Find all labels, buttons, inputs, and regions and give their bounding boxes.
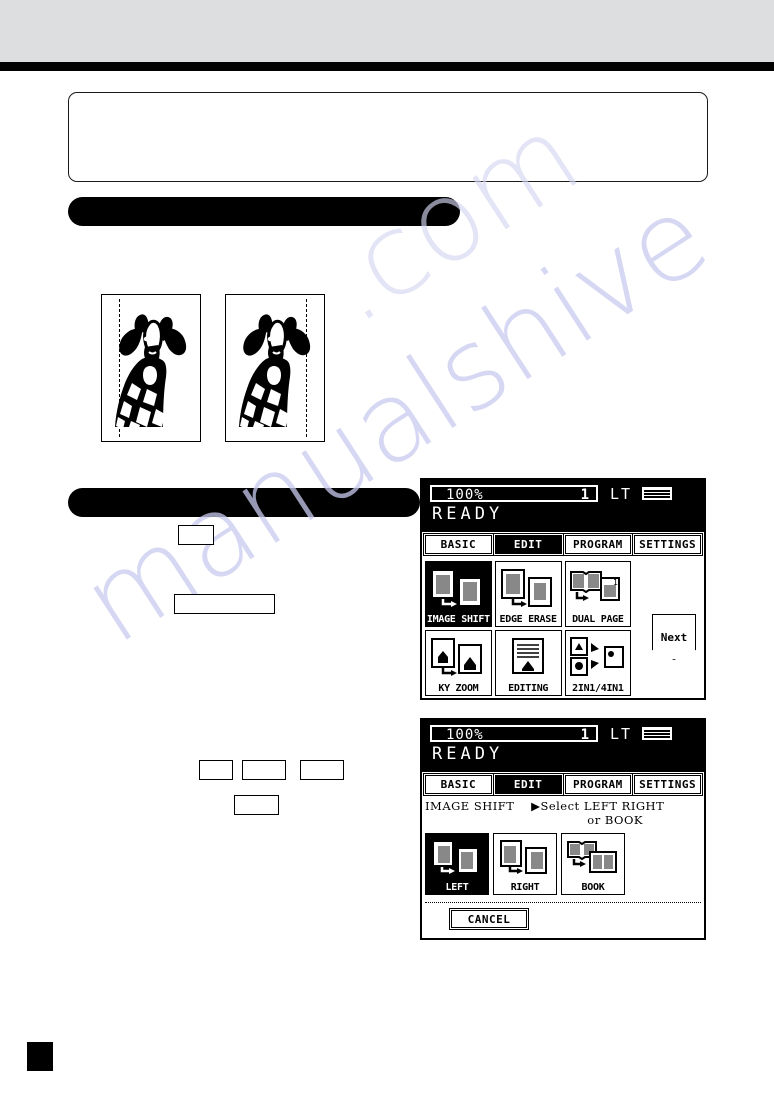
redacted-box-5 — [300, 760, 344, 780]
function-button-2in1-4in1[interactable]: 2IN1/4IN1 — [564, 630, 632, 696]
copy-count: 1 — [580, 487, 589, 503]
instruction-mode: IMAGE SHIFT — [425, 799, 515, 813]
function-button-edge-erase[interactable]: EDGE ERASE — [494, 561, 562, 627]
shift-option-row: LEFT RIGHT BOOK — [425, 833, 701, 895]
redacted-box-4 — [242, 760, 286, 780]
page-number-tab — [27, 1042, 53, 1071]
function-button-image-shift[interactable]: IMAGE SHIFT — [425, 561, 492, 627]
function-label: KY ZOOM — [438, 683, 479, 694]
option-button-right[interactable]: RIGHT — [493, 833, 557, 895]
status-bar: 100% 1 LT READY — [422, 720, 704, 770]
page-header-band — [0, 0, 774, 62]
editing-icon — [496, 631, 561, 683]
copy-count: 1 — [580, 727, 589, 743]
tab-basic[interactable]: BASIC — [425, 535, 492, 554]
option-button-book[interactable]: BOOK — [561, 833, 625, 895]
function-button-xy-zoom[interactable]: KY ZOOM — [425, 630, 492, 696]
tab-program[interactable]: PROGRAM — [564, 775, 632, 794]
zoom-ratio: 100% — [446, 487, 484, 503]
paper-stack-icon — [642, 727, 672, 740]
function-label: DUAL PAGE — [572, 614, 624, 625]
lcd-panel-edit-menu[interactable]: 100% 1 LT READY BASIC EDIT PROGRAM SETTI… — [420, 478, 706, 700]
function-button-dual-page[interactable]: 1 DUAL PAGE — [564, 561, 632, 627]
edge-erase-icon — [496, 562, 561, 614]
function-button-editing[interactable]: EDITING — [494, 630, 562, 696]
paper-size-label: LT — [610, 725, 633, 743]
lcd-body: BASIC EDIT PROGRAM SETTINGS IMAGE SHIFT … — [422, 530, 704, 698]
zoom-ratio: 100% — [446, 727, 484, 743]
status-bar: 100% 1 LT READY — [422, 480, 704, 530]
section-divider — [425, 902, 701, 903]
giraffe-photo — [239, 314, 311, 427]
option-button-left[interactable]: LEFT — [425, 833, 489, 895]
instruction-prompt-line2: or BOOK — [587, 813, 643, 827]
function-label: EDITING — [508, 683, 549, 694]
zoom-count-box: 100% 1 — [430, 485, 598, 502]
lcd-body: BASIC EDIT PROGRAM SETTINGS IMAGE SHIFT … — [422, 770, 704, 938]
shift-right-icon — [494, 834, 556, 882]
tab-settings[interactable]: SETTINGS — [634, 775, 701, 794]
sample-image-right — [225, 294, 325, 442]
option-label: BOOK — [581, 882, 605, 893]
tab-settings[interactable]: SETTINGS — [634, 535, 701, 554]
section-heading-bar-2 — [68, 488, 420, 517]
status-message: READY — [432, 504, 504, 524]
sample-image-left — [101, 294, 201, 442]
redacted-box-2 — [174, 594, 275, 614]
2in1-4in1-icon — [566, 631, 631, 683]
tab-basic[interactable]: BASIC — [425, 775, 492, 794]
redacted-box-3 — [199, 760, 233, 780]
instruction-prompt: ▶Select LEFT RIGHT — [531, 799, 665, 813]
instruction-text: IMAGE SHIFT ▶Select LEFT RIGHT or BOOK — [425, 799, 701, 827]
redacted-box-1 — [178, 525, 214, 545]
shift-book-icon — [562, 834, 624, 882]
shift-left-icon — [426, 834, 488, 882]
option-label: RIGHT — [510, 882, 540, 893]
function-label: IMAGE SHIFT — [426, 614, 490, 625]
cancel-button[interactable]: CANCEL — [451, 910, 527, 928]
redacted-box-6 — [234, 795, 279, 815]
tab-edit[interactable]: EDIT — [494, 535, 562, 554]
header-rule — [0, 62, 774, 71]
xy-zoom-icon — [426, 631, 491, 683]
zoom-count-box: 100% 1 — [430, 725, 598, 742]
note-callout-box — [68, 92, 708, 182]
giraffe-photo — [115, 314, 187, 427]
lcd-panel-image-shift-select[interactable]: 100% 1 LT READY BASIC EDIT PROGRAM SETTI… — [420, 718, 706, 940]
option-label: LEFT — [445, 882, 469, 893]
tab-bar: BASIC EDIT PROGRAM SETTINGS — [425, 535, 701, 554]
status-message: READY — [432, 744, 504, 764]
function-label: EDGE ERASE — [499, 614, 558, 625]
tab-edit[interactable]: EDIT — [494, 775, 562, 794]
tab-bar: BASIC EDIT PROGRAM SETTINGS — [425, 775, 701, 794]
function-label: 2IN1/4IN1 — [572, 683, 624, 694]
dual-page-icon: 1 — [566, 562, 631, 614]
tab-program[interactable]: PROGRAM — [564, 535, 632, 554]
paper-stack-icon — [642, 487, 672, 500]
section-heading-bar-1 — [68, 197, 460, 226]
paper-size-label: LT — [610, 485, 633, 503]
image-shift-icon — [426, 562, 491, 614]
svg-text:1: 1 — [613, 578, 618, 587]
